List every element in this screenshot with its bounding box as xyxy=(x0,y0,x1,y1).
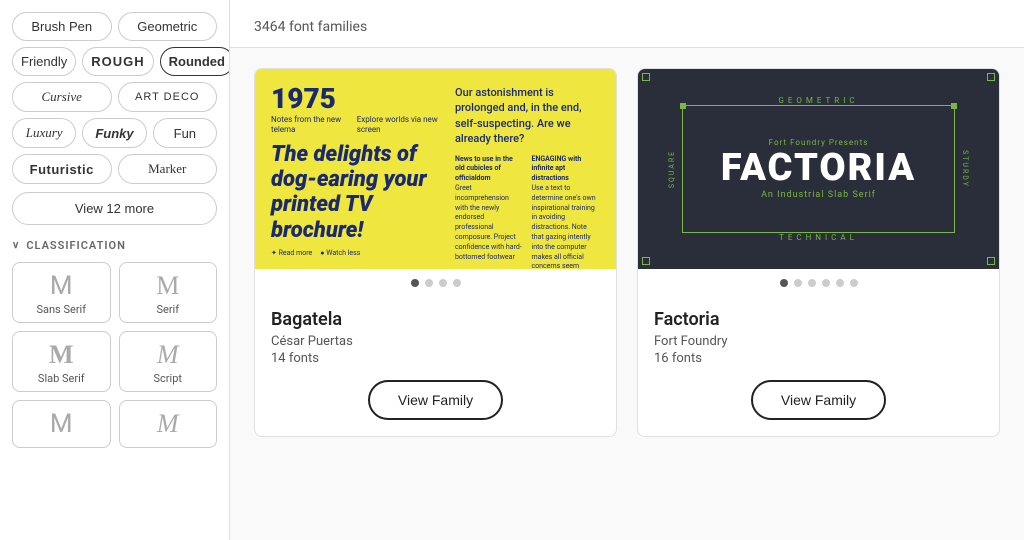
tag-rough[interactable]: ROUGH xyxy=(82,47,153,76)
tag-friendly[interactable]: Friendly xyxy=(12,47,76,76)
factoria-name: Factoria xyxy=(654,309,983,330)
factoria-sub-label: An Industrial Slab Serif xyxy=(761,190,876,200)
view-more-button[interactable]: View 12 more xyxy=(12,192,217,225)
bagatela-preview: 1975 Notes from the new telema Explore w… xyxy=(255,69,616,269)
bagatela-font-count: 14 fonts xyxy=(271,351,600,366)
corner-br xyxy=(987,257,995,265)
dot-2 xyxy=(425,279,433,287)
dot-3 xyxy=(439,279,447,287)
classification-grid: M Sans Serif M Serif M Slab Serif M Scri… xyxy=(12,262,217,448)
factoria-dot-1 xyxy=(780,279,788,287)
class-label-serif: Serif xyxy=(156,303,179,316)
main-header: 3464 font families xyxy=(230,0,1024,48)
factoria-sturdy-label: STURDY xyxy=(961,150,969,188)
bagatela-designer: César Puertas xyxy=(271,334,600,349)
dot-1 xyxy=(411,279,419,287)
factoria-dot-2 xyxy=(794,279,802,287)
bagatela-col2-label: ENGAGING with infinite apt distractions xyxy=(532,155,601,184)
bagatela-right-col: Our astonishment is prolonged and, in th… xyxy=(455,85,600,253)
tag-marker[interactable]: Marker xyxy=(118,154,218,184)
factoria-dot-6 xyxy=(850,279,858,287)
tag-brush-pen[interactable]: Brush Pen xyxy=(12,12,112,41)
factoria-technical-label: TECHNICAL xyxy=(779,233,858,242)
tag-luxury[interactable]: Luxury xyxy=(12,118,76,148)
font-card-factoria: GEOMETRIC SQUARE STURDY Fort Foundry Pre… xyxy=(637,68,1000,437)
classification-section: ∨ CLASSIFICATION M Sans Serif M Serif M … xyxy=(12,239,217,448)
dot-4 xyxy=(453,279,461,287)
class-letter-extra1: M xyxy=(50,411,73,437)
tag-funky[interactable]: Funky xyxy=(82,118,146,148)
tag-fun[interactable]: Fun xyxy=(153,118,217,148)
factoria-font-count: 16 fonts xyxy=(654,351,983,366)
classification-header: ∨ CLASSIFICATION xyxy=(12,239,217,252)
chevron-down-icon: ∨ xyxy=(12,240,20,251)
tag-row-4: Luxury Funky Fun xyxy=(12,118,217,148)
bagatela-watch-less: ● Watch less xyxy=(320,249,360,257)
class-serif[interactable]: M Serif xyxy=(119,262,218,323)
bagatela-col1-label: News to use in the old cubicles of offic… xyxy=(455,155,524,184)
class-label-sans: Sans Serif xyxy=(36,303,86,316)
corner-bl xyxy=(642,257,650,265)
tag-futuristic[interactable]: Futuristic xyxy=(12,154,112,184)
class-letter-serif: M xyxy=(156,273,179,299)
class-label-slab: Slab Serif xyxy=(38,372,85,385)
bagatela-year: 1975 xyxy=(271,85,445,113)
tag-art-deco[interactable]: ART DECO xyxy=(118,82,218,112)
bagatela-note2: Explore worlds via new screen xyxy=(357,115,445,136)
factoria-info: Factoria Fort Foundry 16 fonts View Fami… xyxy=(638,297,999,436)
bagatela-dots xyxy=(255,269,616,297)
tag-rounded[interactable]: Rounded xyxy=(160,47,230,76)
tag-row-2: Friendly ROUGH Rounded xyxy=(12,47,217,76)
view-family-button-bagatela[interactable]: View Family xyxy=(368,380,503,420)
tag-row-3: Cursive ART DECO xyxy=(12,82,217,112)
tag-row-5: Futuristic Marker xyxy=(12,154,217,184)
factoria-dot-4 xyxy=(822,279,830,287)
class-slab-serif[interactable]: M Slab Serif xyxy=(12,331,111,392)
sidebar: Brush Pen Geometric Friendly ROUGH Round… xyxy=(0,0,230,540)
class-extra-1[interactable]: M xyxy=(12,400,111,448)
class-letter-script: M xyxy=(157,342,179,368)
class-label-script: Script xyxy=(154,372,182,385)
bagatela-col1-text: Greet incomprehension with the newly end… xyxy=(455,184,524,262)
factoria-geometric-label: GEOMETRIC xyxy=(778,96,858,105)
factoria-main-name: FACTORIA xyxy=(721,149,916,187)
font-count: 3464 font families xyxy=(254,19,367,35)
class-script[interactable]: M Script xyxy=(119,331,218,392)
bagatela-read-more: ✦ Read more xyxy=(271,249,312,257)
class-letter-extra2: M xyxy=(157,411,179,437)
main-content: 3464 font families 1975 Notes from the n… xyxy=(230,0,1024,540)
view-family-button-factoria[interactable]: View Family xyxy=(751,380,886,420)
tag-row-1: Brush Pen Geometric xyxy=(12,12,217,41)
factoria-dot-3 xyxy=(808,279,816,287)
factoria-designer: Fort Foundry xyxy=(654,334,983,349)
corner-tl xyxy=(642,73,650,81)
bagatela-main-text: The delights of dog-earing your printed … xyxy=(271,142,445,243)
factoria-border-box: GEOMETRIC SQUARE STURDY Fort Foundry Pre… xyxy=(682,105,955,233)
bagatela-note1: Notes from the new telema xyxy=(271,115,351,136)
tag-geometric[interactable]: Geometric xyxy=(118,12,218,41)
factoria-preview-container: GEOMETRIC SQUARE STURDY Fort Foundry Pre… xyxy=(638,69,999,269)
bagatela-quote: Our astonishment is prolonged and, in th… xyxy=(455,85,600,147)
tag-cursive[interactable]: Cursive xyxy=(12,82,112,112)
bagatela-name: Bagatela xyxy=(271,309,600,330)
font-card-bagatela: 1975 Notes from the new telema Explore w… xyxy=(254,68,617,437)
bagatela-col2-text: Use a text to determine one's own inspir… xyxy=(532,184,601,269)
corner-tr xyxy=(987,73,995,81)
class-letter-sans: M xyxy=(50,273,73,299)
bagatela-info: Bagatela César Puertas 14 fonts View Fam… xyxy=(255,297,616,436)
factoria-dot-5 xyxy=(836,279,844,287)
factoria-square-label: SQUARE xyxy=(668,150,676,188)
class-letter-slab: M xyxy=(49,342,74,368)
factoria-dots xyxy=(638,269,999,297)
class-sans-serif[interactable]: M Sans Serif xyxy=(12,262,111,323)
bagatela-left-col: 1975 Notes from the new telema Explore w… xyxy=(271,85,445,253)
cards-container: 1975 Notes from the new telema Explore w… xyxy=(230,48,1024,457)
class-extra-2[interactable]: M xyxy=(119,400,218,448)
